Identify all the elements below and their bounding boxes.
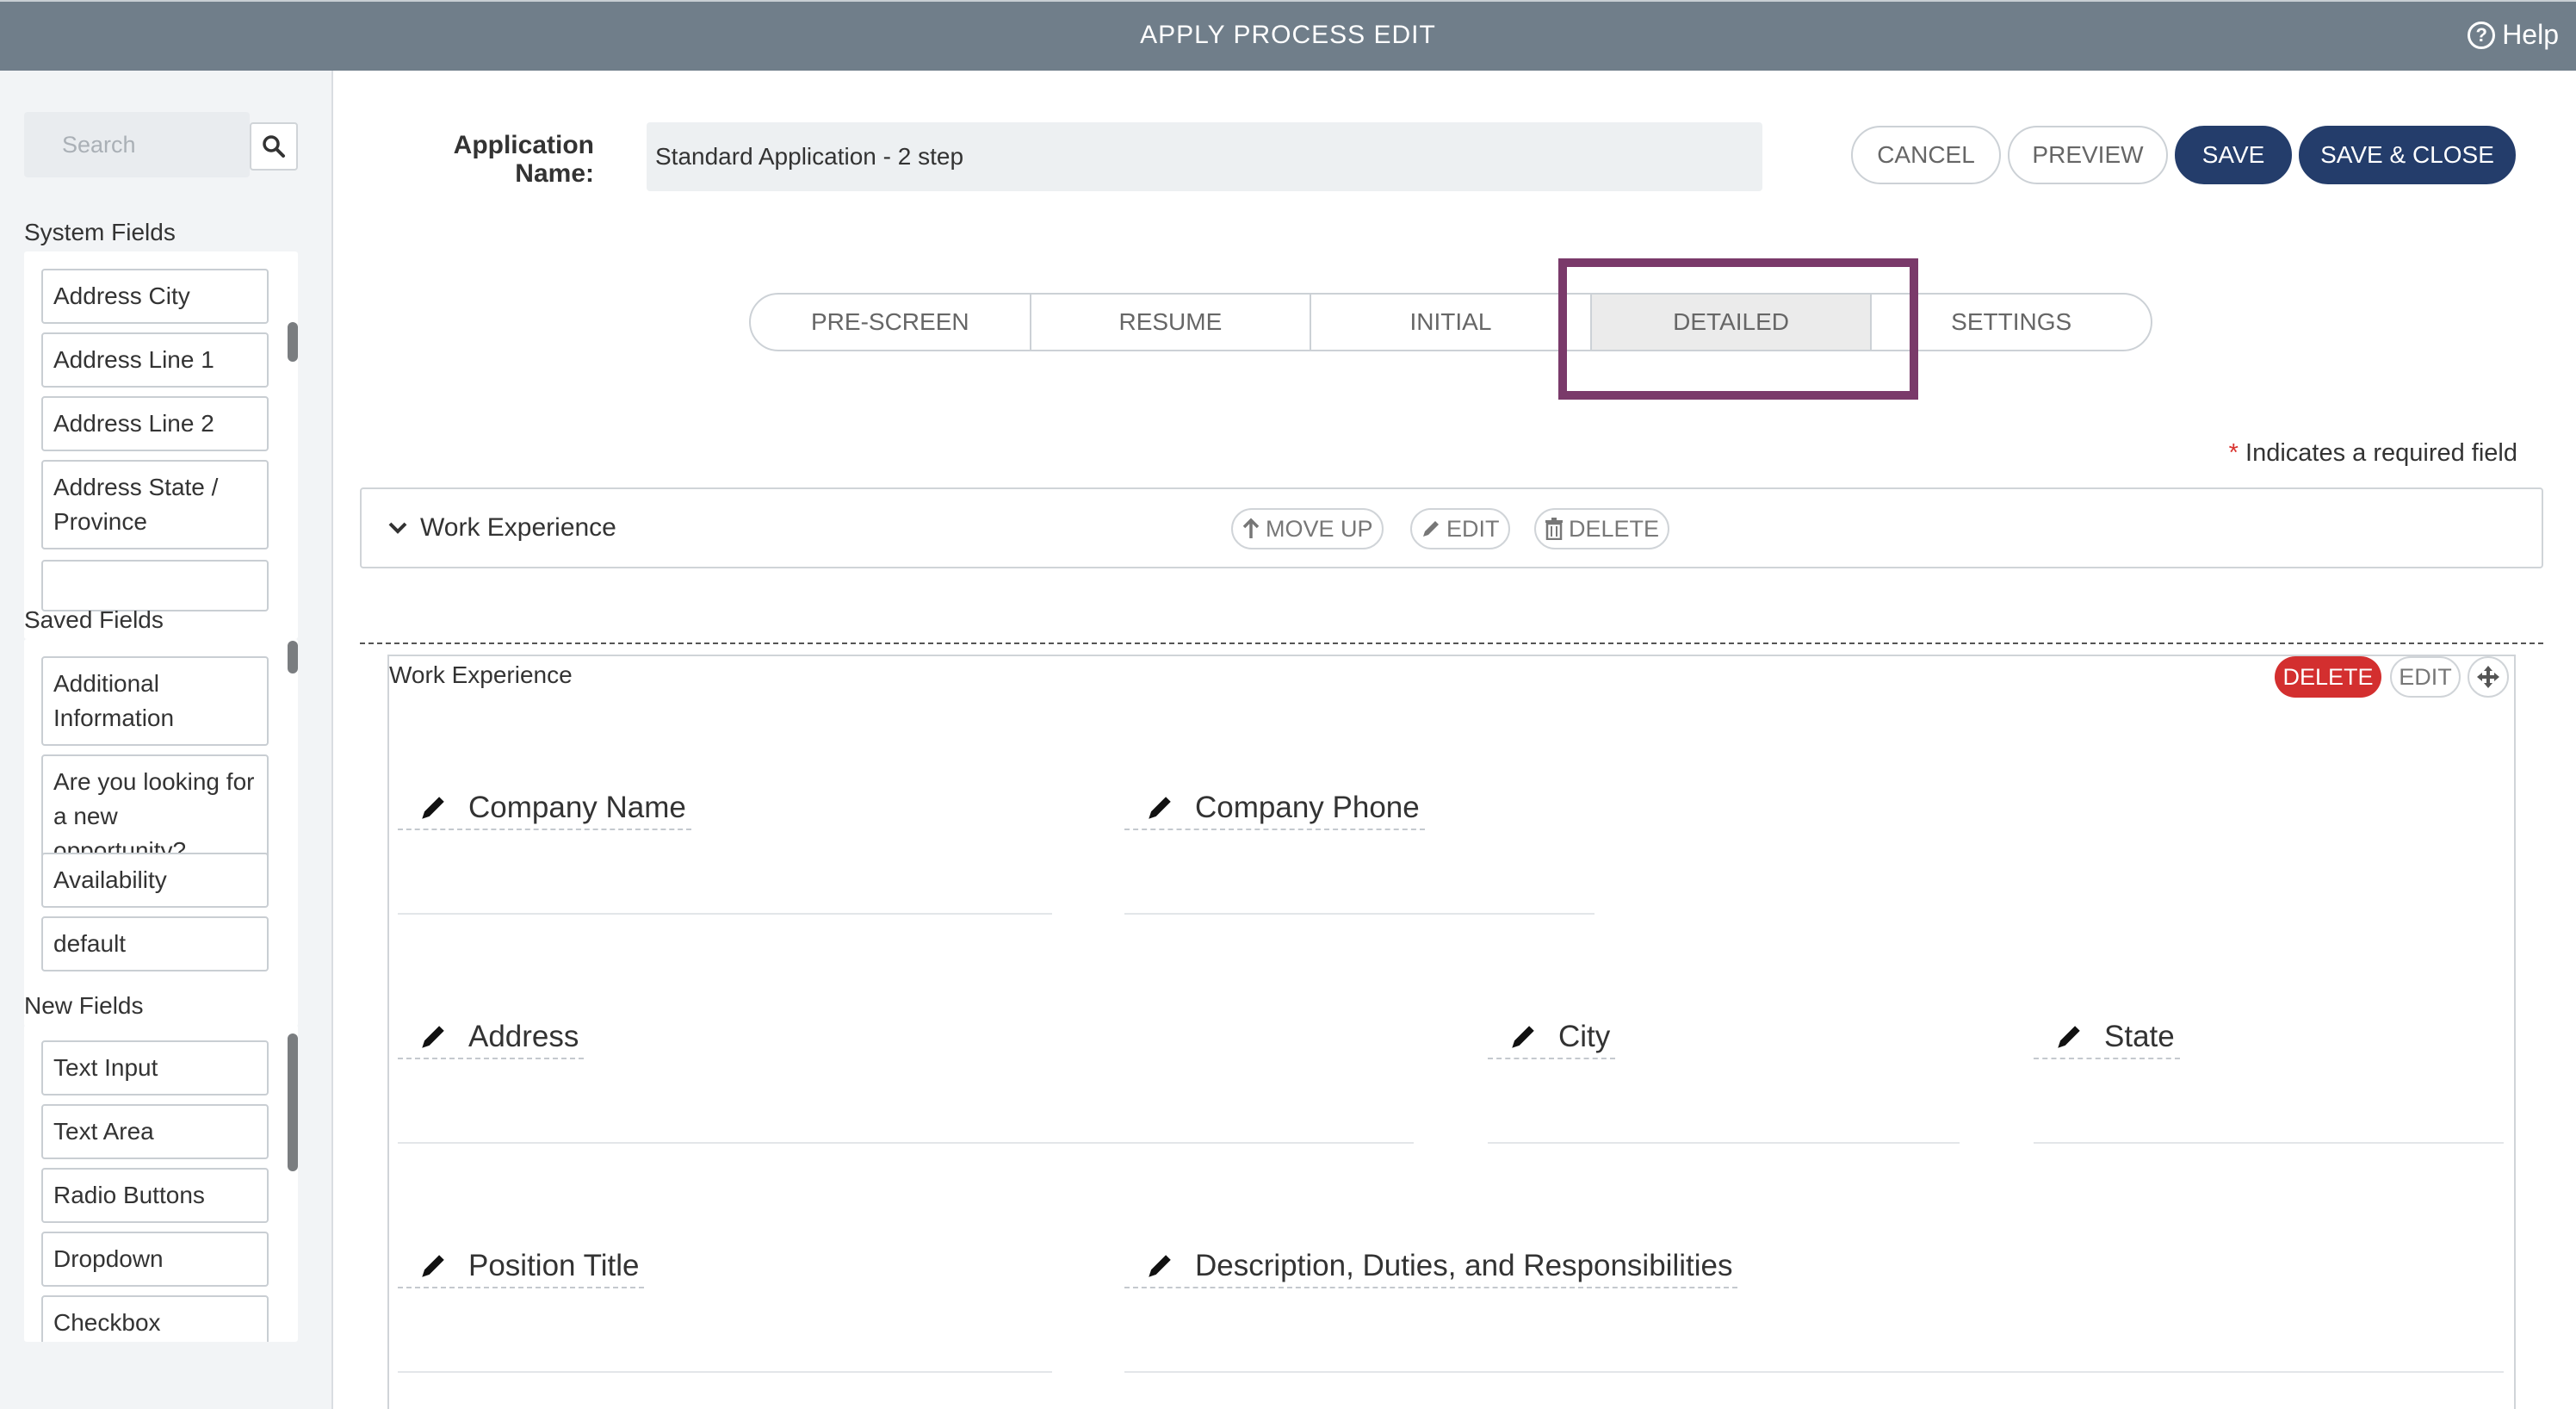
field-item[interactable]: Dropdown <box>41 1232 269 1287</box>
trash-icon <box>1545 518 1563 540</box>
section-edit-button[interactable]: EDIT <box>1410 508 1510 549</box>
help-label: Help <box>2502 19 2559 50</box>
field-group[interactable]: Work Experience DELETE EDIT Company Name… <box>387 655 2516 1409</box>
section-toggle[interactable]: Work Experience <box>387 513 616 543</box>
scrollbar-thumb[interactable] <box>288 322 298 362</box>
field-placeholder-line <box>398 1371 1052 1373</box>
move-arrows-icon <box>2477 666 2499 688</box>
required-note-text: Indicates a required field <box>2245 439 2517 467</box>
scrollbar-thumb[interactable] <box>288 641 298 673</box>
application-name-label: Application Name: <box>453 131 594 188</box>
edit-label: EDIT <box>1446 515 1500 542</box>
step-tabs: PRE-SCREEN RESUME INITIAL DETAILED SETTI… <box>749 293 2152 351</box>
field-placeholder-line <box>398 1142 1414 1144</box>
save-button[interactable]: SAVE <box>2175 126 2292 184</box>
pencil-icon <box>1512 1026 1534 1048</box>
field-item[interactable]: Address Line 2 <box>41 396 269 451</box>
search-icon <box>263 135 285 158</box>
group-delete-button[interactable]: DELETE <box>2275 656 2381 698</box>
section-header[interactable]: Work Experience MOVE UP EDIT DELETE <box>360 487 2543 568</box>
tab-pre-screen[interactable]: PRE-SCREEN <box>751 295 1031 350</box>
help-link[interactable]: ? Help <box>2468 19 2559 51</box>
group-title: Work Experience <box>389 661 573 688</box>
system-fields-title: System Fields <box>24 219 176 245</box>
field-sidebar: System Fields Address City Address Line … <box>0 71 333 1409</box>
cancel-button[interactable]: CANCEL <box>1851 126 2001 184</box>
field-placeholder-line <box>2034 1142 2504 1144</box>
field-placeholder-line <box>1488 1142 1960 1144</box>
search-box <box>24 112 250 177</box>
tab-resume[interactable]: RESUME <box>1031 295 1312 350</box>
field-state[interactable]: State <box>2034 1020 2180 1059</box>
tab-initial[interactable]: INITIAL <box>1311 295 1592 350</box>
field-label-text: Description, Duties, and Responsibilitie… <box>1195 1249 1733 1282</box>
new-fields-title: New Fields <box>24 992 144 1019</box>
system-fields-list[interactable]: Address City Address Line 1 Address Line… <box>24 251 298 639</box>
move-handle[interactable] <box>2468 656 2509 698</box>
required-star: * <box>2228 439 2239 467</box>
new-fields-list[interactable]: Text Input Text Area Radio Buttons Dropd… <box>24 1025 298 1342</box>
chevron-down-icon <box>388 522 407 534</box>
application-name-input[interactable] <box>647 122 1762 191</box>
field-item[interactable]: Address State / Province <box>41 460 269 549</box>
field-label-text: Company Phone <box>1195 791 1420 824</box>
saved-fields-list[interactable]: Additional Information Are you looking f… <box>24 639 298 1027</box>
saved-fields-title: Saved Fields <box>24 606 164 633</box>
top-bar: APPLY PROCESS EDIT ? Help <box>0 0 2576 71</box>
field-company-phone[interactable]: Company Phone <box>1124 791 1425 830</box>
delete-label: DELETE <box>1569 515 1660 542</box>
field-item[interactable]: Text Input <box>41 1040 269 1096</box>
search-input[interactable] <box>24 112 250 177</box>
field-label-text: City <box>1558 1020 1611 1053</box>
field-item[interactable]: Address City <box>41 269 269 324</box>
field-item-partial[interactable] <box>41 560 269 611</box>
pencil-icon <box>1423 521 1439 537</box>
field-description[interactable]: Description, Duties, and Responsibilitie… <box>1124 1249 1738 1288</box>
field-company-name[interactable]: Company Name <box>398 791 691 830</box>
field-position-title[interactable]: Position Title <box>398 1249 645 1288</box>
field-item[interactable]: default <box>41 916 269 971</box>
field-item[interactable]: Additional Information <box>41 656 269 746</box>
pencil-icon <box>1149 797 1171 819</box>
field-placeholder-line <box>1124 1371 2504 1373</box>
field-address[interactable]: Address <box>398 1020 585 1059</box>
pencil-icon <box>422 797 444 819</box>
field-label-text: State <box>2104 1020 2175 1053</box>
preview-button[interactable]: PREVIEW <box>2008 126 2168 184</box>
field-label-text: Company Name <box>468 791 686 824</box>
field-item[interactable]: Text Area <box>41 1104 269 1159</box>
move-up-label: MOVE UP <box>1266 515 1373 542</box>
field-label-text: Position Title <box>468 1249 640 1282</box>
field-item[interactable]: Checkbox <box>41 1295 269 1342</box>
scrollbar-thumb[interactable] <box>288 1033 298 1171</box>
pencil-icon <box>422 1255 444 1277</box>
field-item[interactable]: Radio Buttons <box>41 1168 269 1223</box>
arrow-up-icon <box>1242 518 1260 538</box>
pencil-icon <box>422 1026 444 1048</box>
move-up-button[interactable]: MOVE UP <box>1231 508 1384 549</box>
field-placeholder-line <box>398 913 1052 915</box>
page-title: APPLY PROCESS EDIT <box>1140 21 1436 49</box>
pencil-icon <box>2058 1026 2080 1048</box>
tab-highlight-box <box>1558 258 1918 400</box>
field-item[interactable]: Availability <box>41 853 269 908</box>
field-label-text: Address <box>468 1020 579 1053</box>
required-field-note: * Indicates a required field <box>2229 439 2517 468</box>
field-item[interactable]: Address Line 1 <box>41 332 269 388</box>
search-button[interactable] <box>250 122 298 171</box>
group-edit-button[interactable]: EDIT <box>2390 656 2461 698</box>
save-close-button[interactable]: SAVE & CLOSE <box>2299 126 2516 184</box>
question-circle-icon: ? <box>2468 21 2496 49</box>
field-city[interactable]: City <box>1488 1020 1616 1059</box>
pencil-icon <box>1149 1255 1171 1277</box>
section-title: Work Experience <box>420 513 616 542</box>
section-delete-button[interactable]: DELETE <box>1534 508 1670 549</box>
field-placeholder-line <box>1124 913 1595 915</box>
drop-zone-divider <box>360 642 2543 644</box>
